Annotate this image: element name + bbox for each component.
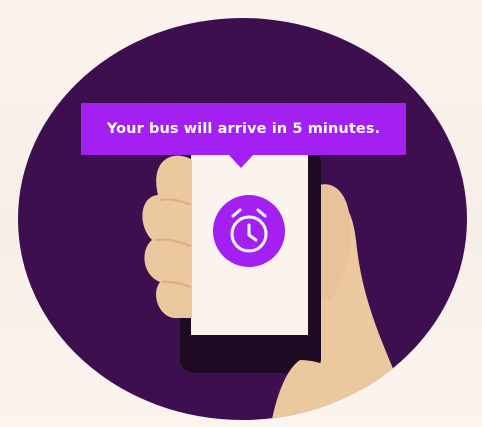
illustration: Your bus will arrive in 5 minutes. — [0, 0, 482, 427]
notification-message: Your bus will arrive in 5 minutes. — [106, 121, 381, 137]
notification-pointer — [228, 154, 254, 168]
alarm-clock-icon — [213, 195, 285, 267]
notification-banner: Your bus will arrive in 5 minutes. — [81, 103, 406, 155]
hand-fingers — [142, 155, 192, 319]
hand-holding-phone — [142, 148, 420, 420]
